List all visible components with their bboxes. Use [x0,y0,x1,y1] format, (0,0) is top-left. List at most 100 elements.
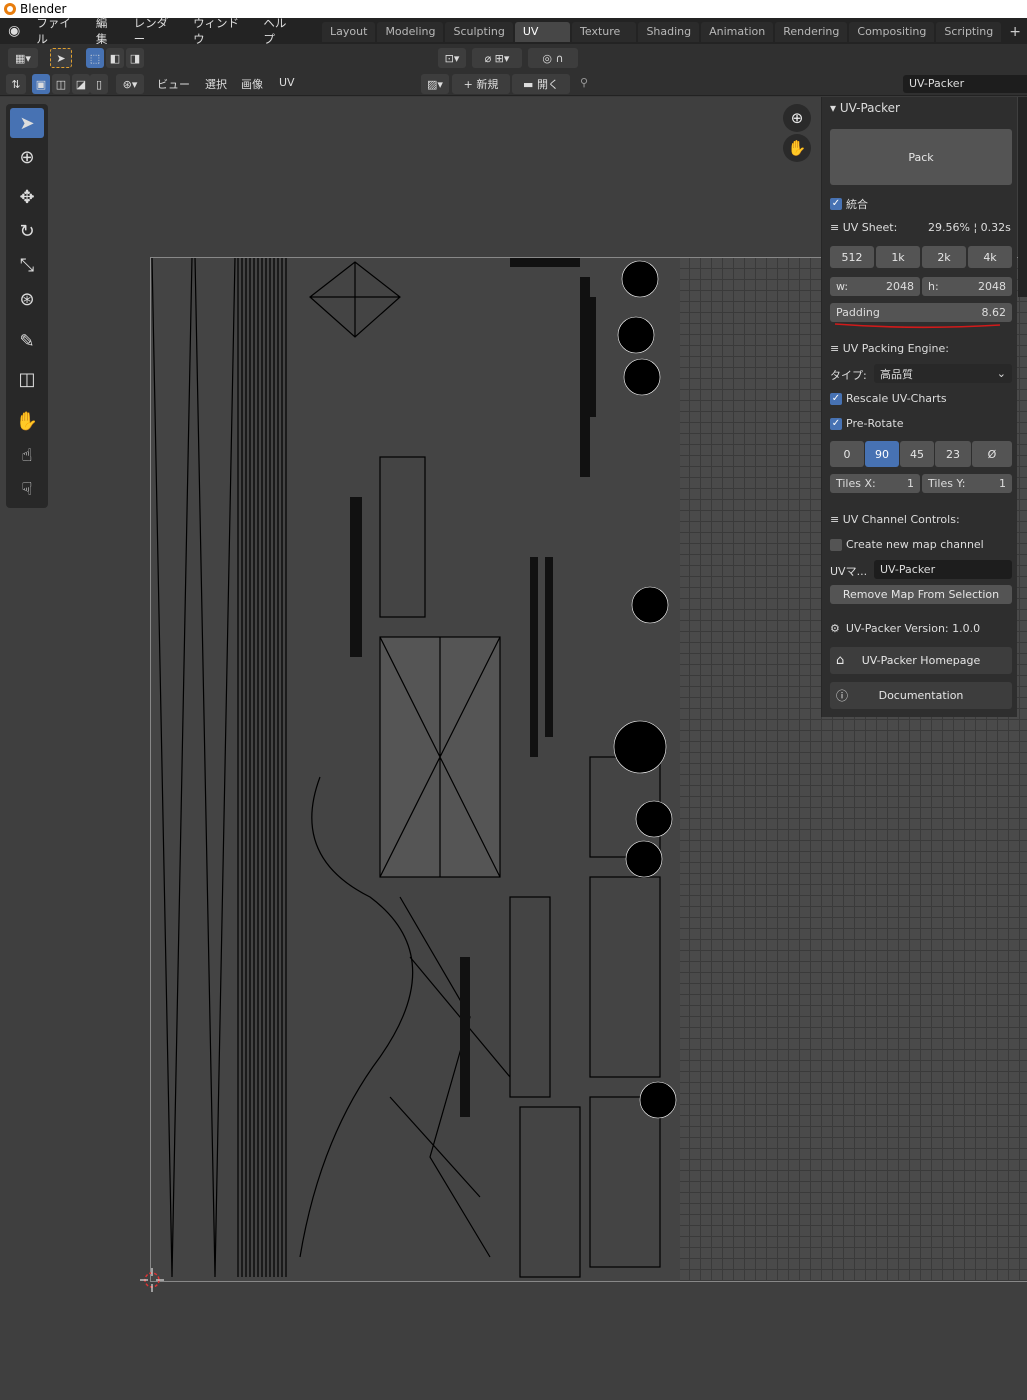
combine-checkbox[interactable]: ✓ 統合 [830,196,868,212]
width-field[interactable]: w: 2048 [830,277,920,296]
blender-logo-icon [4,3,16,15]
type-select[interactable]: 高品質 ⌄ [874,364,1012,383]
plus-icon: + [463,77,477,91]
island-select-icon[interactable]: ▯ [90,74,108,94]
rotation-23-button[interactable]: 23 [935,441,971,467]
menu-edit[interactable]: 編集 [88,15,126,47]
padding-field[interactable]: Padding 8.62 [830,303,1012,322]
2d-cursor-icon [140,1268,164,1292]
editor-header: ▦▾ ➤ ⬚ ◧ ◨ ⊡▾ ⌀ ⊞▾ ◎ ∩ [0,44,1027,72]
engine-label: ≡ UV Packing Engine: [830,342,950,355]
annotate-tool-icon[interactable]: ✎ [10,326,44,356]
pivot-point-icon[interactable]: ⊡▾ [438,48,466,68]
pack-button[interactable]: Pack [830,129,1012,185]
select-extend-mode-icon[interactable]: ◧ [106,48,124,68]
select-tool-icon[interactable]: ➤ [50,48,72,68]
remove-map-button[interactable]: Remove Map From Selection [830,585,1012,604]
rescale-checkbox[interactable]: ✓ Rescale UV-Charts [830,392,947,405]
homepage-button[interactable]: ⌂ UV-Packer Homepage [830,647,1012,674]
cube-tool-icon[interactable]: ◫ [10,364,44,394]
tab-animation[interactable]: Animation [701,22,774,42]
check-icon: ✓ [830,392,842,405]
cursor-tool-icon[interactable]: ⊕ [10,142,44,172]
face-select-icon[interactable]: ◪ [72,74,90,94]
uv-sheet-stats: 29.56% ¦ 0.32s [928,221,1011,234]
rotation-45-button[interactable]: 45 [900,441,934,467]
tab-sculpting[interactable]: Sculpting [445,22,513,42]
padding-annotation-underline [835,323,1000,329]
tab-rendering[interactable]: Rendering [775,22,848,42]
tab-uv-editing[interactable]: UV Editing [514,22,571,58]
type-label: タイプ: [830,369,867,382]
tiles-x-field[interactable]: Tiles X: 1 [830,474,920,493]
menu-uv[interactable]: UV [279,76,295,89]
collapse-arrow-icon: ▾ [830,101,840,115]
add-workspace-icon[interactable]: + [1003,22,1027,42]
grab-tool-icon[interactable]: ✋ [10,406,44,436]
new-image-button[interactable]: + 新規 [452,74,510,94]
help-icon: ⓘ [836,689,849,703]
select-box-mode-icon[interactable]: ⬚ [86,48,104,68]
select-subtract-mode-icon[interactable]: ◨ [126,48,144,68]
active-image-field[interactable]: UV-Packer [903,75,1027,93]
edge-select-icon[interactable]: ◫ [52,74,70,94]
menu-window[interactable]: ウィンドウ [185,15,255,47]
sticky-select-icon[interactable]: ⊛▾ [116,74,144,94]
move-tool-icon[interactable]: ✥ [10,182,44,212]
menu-help[interactable]: ヘルプ [255,15,304,47]
pinch-tool-icon[interactable]: ☟ [10,474,44,504]
size-1k-button[interactable]: 1k [876,246,920,268]
snap-icon[interactable]: ⌀ ⊞▾ [472,48,522,68]
blender-menu-icon[interactable]: ◉ [0,23,28,39]
top-menu-bar: ◉ ファイル 編集 レンダー ウィンドウ ヘルプ Layout Modeling… [0,15,1027,58]
checkbox-empty-icon [830,538,842,551]
uv-editor-header: ⇅ ▣ ◫ ◪ ▯ ⊛▾ ビュー 選択 画像 UV ▨▾ + 新規 ▬ 開く ⚲ [0,72,1027,96]
size-4k-button[interactable]: 4k [968,246,1012,268]
height-field[interactable]: h: 2048 [922,277,1012,296]
zoom-icon[interactable]: ⊕ [783,104,811,132]
size-2k-button[interactable]: 2k [922,246,966,268]
menu-file[interactable]: ファイル [28,15,87,47]
documentation-button[interactable]: ⓘ Documentation [830,682,1012,709]
select-box-tool-icon[interactable]: ➤ [10,108,44,138]
scale-tool-icon[interactable]: ⤡ [10,250,44,280]
panel-header[interactable]: ▾ UV-Packer [830,101,900,115]
menu-select[interactable]: 選択 [205,76,227,92]
relax-tool-icon[interactable]: ☝ [10,440,44,470]
workspace-tabs: Layout Modeling Sculpting UV Editing Tex… [322,20,1027,58]
tab-texture-paint[interactable]: Texture Paint [572,22,637,58]
open-image-button[interactable]: ▬ 開く [512,74,570,94]
prerotate-checkbox[interactable]: ✓ Pre-Rotate [830,417,903,430]
rotate-tool-icon[interactable]: ↻ [10,216,44,246]
menu-view[interactable]: ビュー [157,76,190,92]
tab-scripting[interactable]: Scripting [936,22,1002,42]
tab-layout[interactable]: Layout [322,22,376,42]
window-title: Blender [20,2,67,16]
check-icon: ✓ [830,417,842,430]
menu-render[interactable]: レンダー [126,15,185,47]
image-browse-icon[interactable]: ▨▾ [421,74,449,94]
uvmap-label: UVマ... [830,565,868,578]
tab-modeling[interactable]: Modeling [377,22,444,42]
gear-icon: ⚙ [830,622,840,635]
create-map-checkbox[interactable]: Create new map channel [830,538,984,551]
pin-icon[interactable]: ⚲ [580,76,588,89]
proportional-edit-icon[interactable]: ◎ ∩ [528,48,578,68]
uv-sheet-label: ≡ UV Sheet: [830,221,898,234]
menu-image[interactable]: 画像 [241,76,263,92]
pan-hand-icon[interactable]: ✋ [783,134,811,162]
editor-type-icon[interactable]: ▦▾ [8,48,38,68]
tab-compositing[interactable]: Compositing [849,22,935,42]
transform-tool-icon[interactable]: ⊛ [10,284,44,314]
uvmap-field[interactable]: UV-Packer [874,560,1012,579]
folder-icon: ▬ [523,77,537,91]
vertex-select-icon[interactable]: ▣ [32,74,50,94]
tiles-y-field[interactable]: Tiles Y: 1 [922,474,1012,493]
tab-shading[interactable]: Shading [638,22,700,42]
size-512-button[interactable]: 512 [830,246,874,268]
rotation-none-button[interactable]: Ø [972,441,1012,467]
rotation-0-button[interactable]: 0 [830,441,864,467]
rotation-90-button[interactable]: 90 [865,441,899,467]
sync-selection-icon[interactable]: ⇅ [6,74,26,94]
sidebar-tabs[interactable] [1018,97,1027,297]
